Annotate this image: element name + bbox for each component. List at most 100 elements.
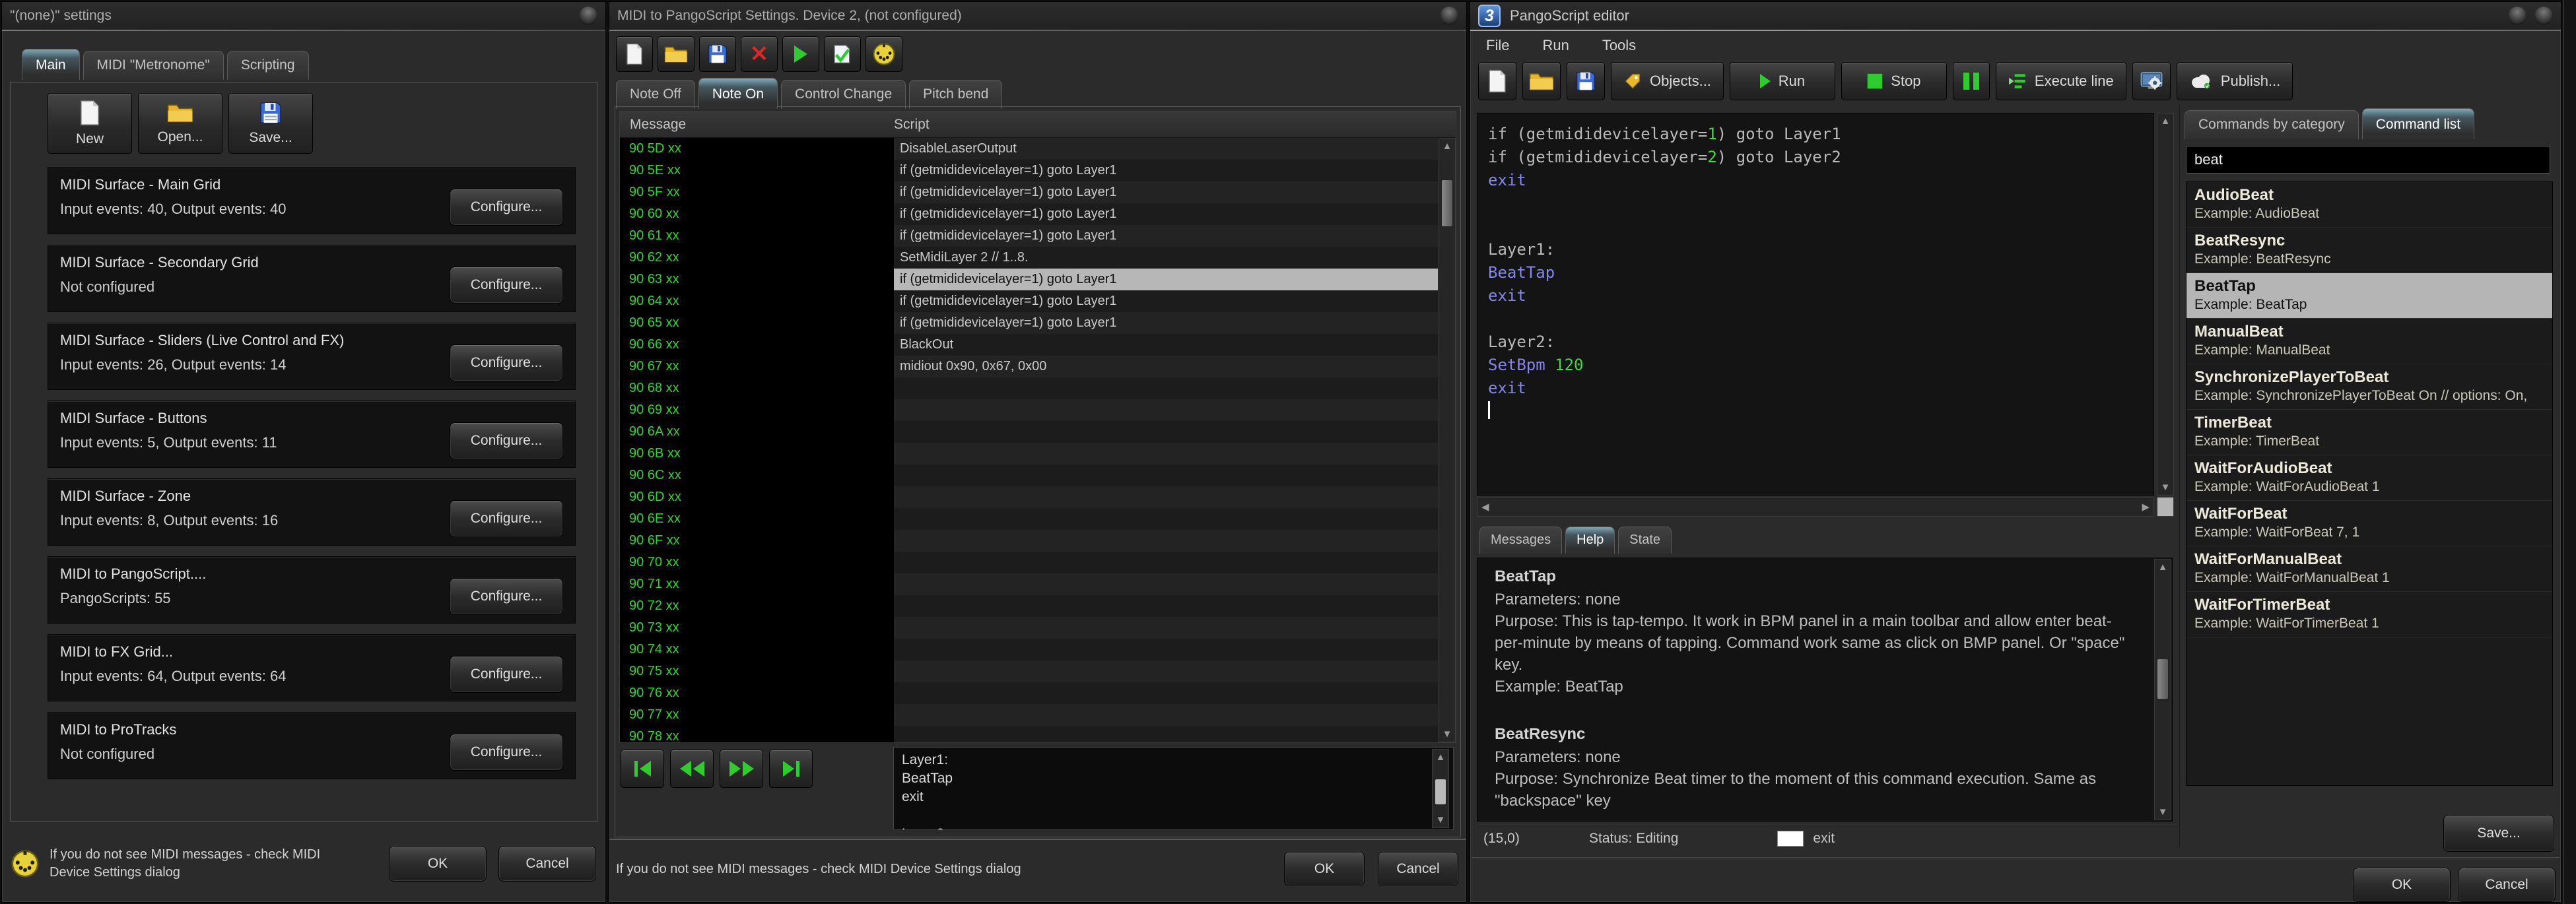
first-record-button[interactable] [621,750,664,788]
left-window-control-button[interactable] [579,7,597,25]
tab-midi-metronome[interactable]: MIDI "Metronome" [83,51,224,80]
command-list-item[interactable]: WaitForBeatExample: WaitForBeat 7, 1 [2186,501,2552,546]
help-panel[interactable]: BeatTapParameters: nonePurpose: This is … [1477,558,2173,822]
scroll-down-icon[interactable]: ▼ [1442,728,1452,740]
command-list-item[interactable]: WaitForTimerBeatExample: WaitForTimerBea… [2186,592,2552,637]
table-row[interactable]: 90 71 xx [620,573,1438,595]
column-header-message[interactable]: Message [620,117,894,133]
scroll-left-icon[interactable]: ◀ [1481,501,1489,513]
delete-button[interactable]: ✕ [741,36,778,72]
publish-button[interactable]: Publish... [2177,62,2293,100]
menu-tools[interactable]: Tools [1602,37,1636,54]
command-list-item[interactable]: SynchronizePlayerToBeatExample: Synchron… [2186,364,2552,410]
scroll-up-icon[interactable]: ▲ [2158,562,2168,573]
configure-button[interactable]: Configure... [450,578,563,615]
table-row[interactable]: 90 66 xxBlackOut [620,334,1438,356]
new-script-button[interactable] [1478,62,1516,100]
right-cancel-button[interactable]: Cancel [2458,868,2556,902]
scroll-down-icon[interactable]: ▼ [2161,482,2171,493]
code-editor[interactable]: if (getmididevicelayer=1) goto Layer1if … [1477,113,2154,496]
right-window-help-button[interactable] [2508,7,2526,25]
left-titlebar[interactable]: "(none)" settings [2,2,605,30]
script-preview[interactable]: Layer1:BeatTapexit Layer2: ▲ ▼ [893,747,1454,830]
table-row[interactable]: 90 6C xx [620,465,1438,486]
tab-note-on[interactable]: Note On [698,78,778,109]
table-row[interactable]: 90 6A xx [620,421,1438,443]
scrollbar-thumb[interactable] [2157,659,2169,699]
table-row[interactable]: 90 5F xxif (getmididevicelayer=1) goto L… [620,181,1438,203]
tab-main[interactable]: Main [22,49,80,80]
table-row[interactable]: 90 68 xx [620,377,1438,399]
save-button[interactable] [699,36,736,72]
column-header-script[interactable]: Script [894,117,930,133]
scroll-right-icon[interactable]: ▶ [2142,501,2150,513]
tab-scripting[interactable]: Scripting [227,51,309,80]
configure-button[interactable]: Configure... [450,422,563,459]
table-row[interactable]: 90 6B xx [620,443,1438,465]
table-row[interactable]: 90 5D xxDisableLaserOutput [620,138,1438,160]
run-button[interactable]: Run [1730,62,1835,100]
scrollbar-thumb[interactable] [1441,179,1453,227]
left-ok-button[interactable]: OK [389,846,487,882]
save-script-button[interactable]: Save... [2443,815,2554,852]
editor-horizontal-scrollbar[interactable]: ◀ ▶ [1477,497,2154,517]
scroll-up-icon[interactable]: ▲ [1442,141,1452,152]
table-row[interactable]: 90 78 xx [620,726,1438,742]
test-script-button[interactable] [824,36,861,72]
right-window-close-button[interactable] [2534,7,2553,25]
open-button[interactable] [658,36,695,72]
new-button[interactable]: New [48,93,132,154]
midi-monitor-button[interactable] [865,36,902,72]
table-row[interactable]: 90 74 xx [620,639,1438,661]
tab-messages[interactable]: Messages [1479,527,1562,554]
tab-pitch-bend[interactable]: Pitch bend [909,80,1002,109]
configure-button[interactable]: Configure... [450,734,563,771]
middle-window-control-button[interactable] [1440,7,1458,25]
scrollbar-thumb[interactable] [1435,779,1446,805]
next-record-button[interactable] [720,750,763,788]
menu-file[interactable]: File [1486,37,1509,54]
configure-button[interactable]: Configure... [450,344,563,381]
table-row[interactable]: 90 61 xxif (getmididevicelayer=1) goto L… [620,225,1438,247]
command-search-input[interactable] [2186,146,2550,174]
execute-line-button[interactable]: Execute line [1996,62,2126,100]
table-row[interactable]: 90 70 xx [620,552,1438,573]
table-row[interactable]: 90 62 xxSetMidiLayer 2 // 1..8. [620,247,1438,269]
tab-help[interactable]: Help [1565,527,1615,554]
table-row[interactable]: 90 76 xx [620,682,1438,704]
open-button[interactable] [1522,62,1561,100]
stop-button[interactable]: Stop [1841,62,1947,100]
table-row[interactable]: 90 67 xxmidiout 0x90, 0x67, 0x00 [620,356,1438,377]
command-list-item[interactable]: WaitForManualBeatExample: WaitForManualB… [2186,546,2552,592]
table-row[interactable]: 90 63 xxif (getmididevicelayer=1) goto L… [620,269,1438,290]
tab-note-off[interactable]: Note Off [616,80,695,109]
table-row[interactable]: 90 65 xxif (getmididevicelayer=1) goto L… [620,312,1438,334]
table-row[interactable]: 90 77 xx [620,704,1438,726]
table-row[interactable]: 90 5E xxif (getmididevicelayer=1) goto L… [620,160,1438,181]
command-list-item[interactable]: ManualBeatExample: ManualBeat [2186,319,2552,364]
table-row[interactable]: 90 75 xx [620,661,1438,682]
tab-state[interactable]: State [1618,527,1672,554]
open-button[interactable]: Open... [138,93,222,154]
command-list-item[interactable]: BeatResyncExample: BeatResync [2186,228,2552,273]
publish-settings-button[interactable] [2132,62,2171,100]
table-row[interactable]: 90 6F xx [620,530,1438,552]
preview-scrollbar[interactable]: ▲ ▼ [1432,749,1449,828]
middle-cancel-button[interactable]: Cancel [1378,852,1458,886]
right-ok-button[interactable]: OK [2353,868,2451,902]
middle-titlebar[interactable]: MIDI to PangoScript Settings. Device 2, … [609,2,1466,30]
editor-vertical-scrollbar[interactable]: ▲ ▼ [2157,113,2174,496]
table-row[interactable]: 90 6D xx [620,486,1438,508]
configure-button[interactable]: Configure... [450,267,563,304]
right-titlebar[interactable]: 3 PangoScript editor [1470,2,2561,30]
run-script-button[interactable] [782,36,819,72]
command-list-item[interactable]: BeatTapExample: BeatTap [2186,273,2552,319]
command-list-item[interactable]: TimerBeatExample: TimerBeat [2186,410,2552,455]
table-scrollbar[interactable]: ▲ ▼ [1439,138,1456,742]
middle-ok-button[interactable]: OK [1284,852,1365,886]
tab-command-list[interactable]: Command list [2362,108,2474,139]
tab-control-change[interactable]: Control Change [781,80,906,109]
configure-button[interactable]: Configure... [450,656,563,693]
table-row[interactable]: 90 73 xx [620,617,1438,639]
command-list-item[interactable]: WaitForAudioBeatExample: WaitForAudioBea… [2186,455,2552,501]
